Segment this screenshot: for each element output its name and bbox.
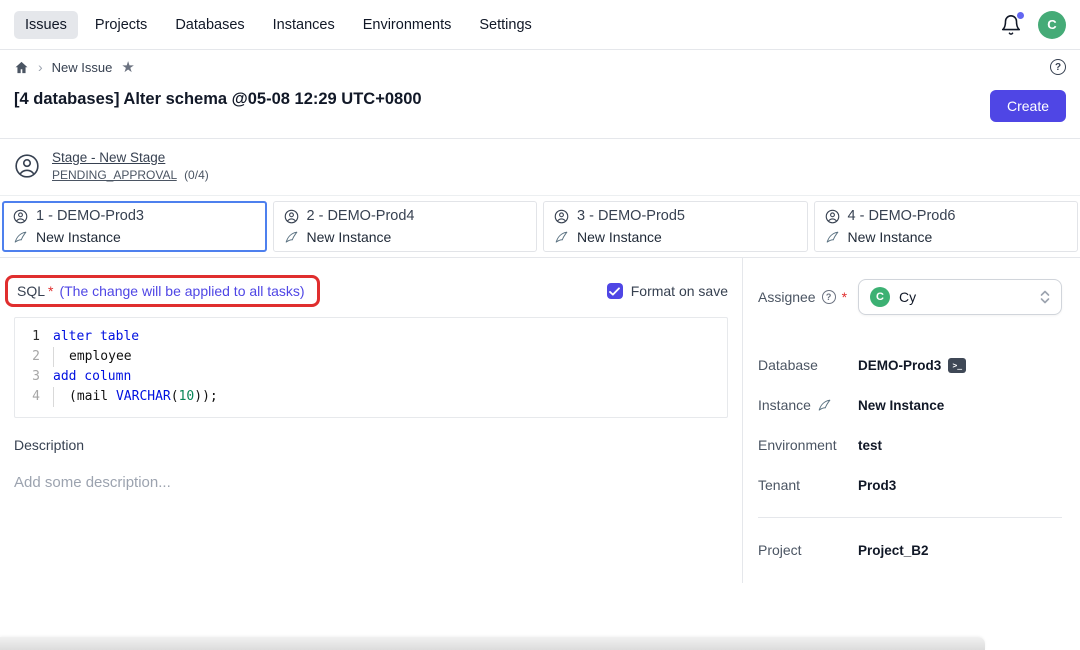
tenant-row: Tenant Prod3 bbox=[758, 477, 1062, 493]
issue-sidebar: Assignee ? * C Cy Database DEMO-Prod3 >_… bbox=[742, 258, 1080, 583]
tenant-label: Tenant bbox=[758, 477, 858, 493]
format-on-save-checkbox[interactable] bbox=[607, 283, 623, 299]
stage-section: Stage - New Stage PENDING_APPROVAL (0/4) bbox=[0, 138, 1080, 195]
required-asterisk: * bbox=[842, 289, 847, 305]
database-row: Database DEMO-Prod3 >_ bbox=[758, 357, 1062, 373]
tenant-value: Prod3 bbox=[858, 478, 896, 493]
chevron-up-down-icon bbox=[1040, 290, 1050, 304]
sidebar-divider bbox=[758, 517, 1062, 518]
help-icon[interactable]: ? bbox=[1050, 59, 1066, 75]
code-line-2: 2 employee bbox=[15, 347, 727, 367]
code-line-3: 3 add column bbox=[15, 367, 727, 387]
content-area: SQL* (The change will be applied to all … bbox=[0, 258, 1080, 583]
task-instance-name: New Instance bbox=[577, 229, 662, 245]
database-value: DEMO-Prod3 bbox=[858, 358, 941, 373]
task-instance-name: New Instance bbox=[848, 229, 933, 245]
topnav-right: C bbox=[1000, 11, 1066, 39]
nav-item-projects[interactable]: Projects bbox=[84, 11, 158, 39]
nav-item-databases[interactable]: Databases bbox=[164, 11, 255, 39]
environment-label: Environment bbox=[758, 437, 858, 453]
stage-texts: Stage - New Stage PENDING_APPROVAL (0/4) bbox=[52, 150, 209, 182]
nav-item-issues[interactable]: Issues bbox=[14, 11, 78, 39]
instance-label: Instance bbox=[758, 397, 811, 413]
user-circle-icon bbox=[554, 209, 569, 224]
mysql-dolphin-icon bbox=[825, 230, 840, 245]
breadcrumb-current-page: New Issue bbox=[52, 60, 113, 75]
environment-value: test bbox=[858, 438, 882, 453]
assignee-label: Assignee bbox=[758, 289, 816, 305]
mysql-dolphin-icon bbox=[13, 230, 28, 245]
user-circle-icon bbox=[284, 209, 299, 224]
code-line-1: 1 alter table bbox=[15, 327, 727, 347]
code-line-4: 4 (mail VARCHAR(10)); bbox=[15, 387, 727, 407]
instance-row: Instance New Instance bbox=[758, 397, 1062, 413]
notifications-bell-icon[interactable] bbox=[1000, 14, 1022, 36]
description-input[interactable]: Add some description... bbox=[14, 474, 728, 491]
task-instance-name: New Instance bbox=[36, 229, 121, 245]
task-card-demo-prod3[interactable]: 1 - DEMO-Prod3 New Instance bbox=[2, 201, 267, 252]
assignee-row: Assignee ? * C Cy bbox=[758, 279, 1062, 315]
sql-code-editor[interactable]: 1 alter table 2 employee 3 add column 4 … bbox=[14, 317, 728, 418]
line-number: 3 bbox=[15, 367, 53, 387]
sql-note: (The change will be applied to all tasks… bbox=[59, 283, 304, 299]
sql-pane: SQL* (The change will be applied to all … bbox=[0, 258, 742, 583]
mysql-dolphin-icon bbox=[284, 230, 299, 245]
task-card-demo-prod4[interactable]: 2 - DEMO-Prod4 New Instance bbox=[273, 201, 538, 252]
nav-item-environments[interactable]: Environments bbox=[352, 11, 463, 39]
bookmark-star-icon[interactable]: ★ bbox=[121, 60, 134, 75]
task-instance-name: New Instance bbox=[307, 229, 392, 245]
sql-label-annotation-box: SQL* (The change will be applied to all … bbox=[5, 275, 320, 307]
assignee-label-group: Assignee ? * bbox=[758, 289, 858, 305]
stage-status-line: PENDING_APPROVAL (0/4) bbox=[52, 168, 209, 182]
nav-item-settings[interactable]: Settings bbox=[468, 11, 542, 39]
task-title: 4 - DEMO-Prod6 bbox=[848, 208, 956, 224]
mysql-dolphin-icon bbox=[817, 398, 832, 413]
instance-value: New Instance bbox=[858, 398, 944, 413]
page-title: [4 databases] Alter schema @05-08 12:29 … bbox=[14, 90, 422, 109]
sql-editor-terminal-icon[interactable]: >_ bbox=[948, 358, 966, 373]
user-circle-icon bbox=[825, 209, 840, 224]
task-card-demo-prod6[interactable]: 4 - DEMO-Prod6 New Instance bbox=[814, 201, 1079, 252]
task-card-row: 1 - DEMO-Prod3 New Instance 2 - DEMO-Pro… bbox=[0, 195, 1080, 258]
task-title: 1 - DEMO-Prod3 bbox=[36, 208, 144, 224]
user-circle-icon bbox=[13, 209, 28, 224]
sql-label: SQL bbox=[17, 283, 45, 299]
breadcrumb-separator: › bbox=[38, 59, 43, 75]
bottom-window-edge bbox=[0, 637, 985, 650]
home-icon[interactable] bbox=[14, 60, 29, 75]
format-on-save-toggle[interactable]: Format on save bbox=[607, 283, 728, 299]
user-circle-icon bbox=[14, 153, 40, 179]
assignee-select[interactable]: C Cy bbox=[858, 279, 1062, 315]
create-button[interactable]: Create bbox=[990, 90, 1066, 122]
assignee-value: Cy bbox=[899, 289, 916, 305]
user-avatar[interactable]: C bbox=[1038, 11, 1066, 39]
task-title: 3 - DEMO-Prod5 bbox=[577, 208, 685, 224]
task-title: 2 - DEMO-Prod4 bbox=[307, 208, 415, 224]
title-bar: [4 databases] Alter schema @05-08 12:29 … bbox=[0, 84, 1080, 138]
assignee-help-icon[interactable]: ? bbox=[822, 290, 836, 304]
database-label: Database bbox=[758, 357, 858, 373]
line-number: 1 bbox=[15, 327, 53, 347]
line-number: 4 bbox=[15, 387, 53, 407]
notification-dot bbox=[1017, 12, 1024, 19]
project-value: Project_B2 bbox=[858, 543, 929, 558]
description-label: Description bbox=[14, 437, 728, 453]
format-on-save-label: Format on save bbox=[631, 283, 728, 299]
top-navigation: Issues Projects Databases Instances Envi… bbox=[0, 0, 1080, 50]
required-asterisk: * bbox=[48, 283, 53, 299]
stage-name-link[interactable]: Stage - New Stage bbox=[52, 150, 209, 165]
project-label: Project bbox=[758, 542, 858, 558]
environment-row: Environment test bbox=[758, 437, 1062, 453]
nav-item-instances[interactable]: Instances bbox=[262, 11, 346, 39]
assignee-avatar: C bbox=[870, 287, 890, 307]
project-row: Project Project_B2 bbox=[758, 542, 1062, 558]
line-number: 2 bbox=[15, 347, 53, 367]
mysql-dolphin-icon bbox=[554, 230, 569, 245]
breadcrumb: › New Issue ★ ? bbox=[0, 50, 1080, 84]
stage-status-link[interactable]: PENDING_APPROVAL bbox=[52, 168, 177, 182]
stage-task-count: (0/4) bbox=[184, 168, 209, 182]
task-card-demo-prod5[interactable]: 3 - DEMO-Prod5 New Instance bbox=[543, 201, 808, 252]
